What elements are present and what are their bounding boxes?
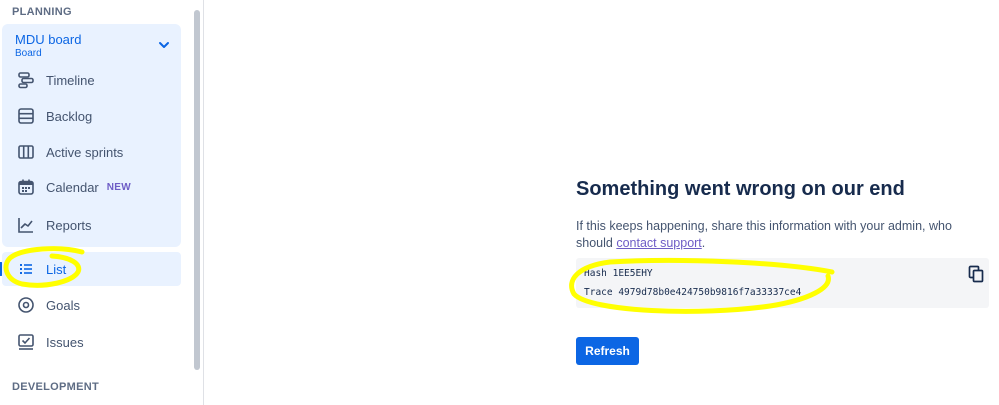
chevron-down-icon[interactable] bbox=[157, 38, 171, 52]
error-message: If this keeps happening, share this info… bbox=[576, 218, 976, 252]
sidebar-item-issues[interactable]: Issues bbox=[2, 325, 181, 359]
sidebar-item-active-sprints[interactable]: Active sprints bbox=[2, 135, 181, 169]
planning-section-label: PLANNING bbox=[12, 6, 72, 18]
copy-icon[interactable] bbox=[968, 265, 984, 283]
calendar-icon bbox=[16, 177, 36, 197]
error-message-end: . bbox=[701, 236, 706, 250]
sidebar-item-label: Calendar bbox=[46, 179, 99, 195]
list-icon bbox=[16, 259, 36, 279]
sidebar-item-calendar[interactable]: Calendar NEW bbox=[2, 170, 181, 204]
development-section-label: DEVELOPMENT bbox=[12, 381, 100, 393]
scrollbar-thumb[interactable] bbox=[194, 10, 200, 370]
reports-chart-icon bbox=[16, 215, 36, 235]
trace-line: Trace 4979d78b0e424750b9816f7a33337ce4 bbox=[584, 287, 802, 298]
contact-support-link[interactable]: contact support bbox=[616, 236, 701, 250]
board-columns-icon bbox=[16, 142, 36, 162]
backlog-icon bbox=[16, 106, 36, 126]
refresh-button[interactable]: Refresh bbox=[576, 337, 639, 365]
sidebar-item-label: Reports bbox=[46, 217, 92, 233]
error-title: Something went wrong on our end bbox=[576, 178, 905, 200]
sidebar-item-label: List bbox=[46, 261, 67, 277]
sidebar-item-reports[interactable]: Reports bbox=[2, 208, 181, 242]
timeline-icon bbox=[16, 70, 36, 90]
sidebar: PLANNING MDU board Board Timeline Backlo… bbox=[0, 0, 192, 405]
new-badge: NEW bbox=[106, 181, 131, 193]
board-subtitle: Board bbox=[15, 48, 42, 59]
goals-target-icon bbox=[16, 295, 36, 315]
sidebar-divider bbox=[203, 0, 204, 405]
sidebar-item-backlog[interactable]: Backlog bbox=[2, 99, 181, 133]
sidebar-item-label: Issues bbox=[46, 334, 84, 350]
sidebar-item-label: Backlog bbox=[46, 108, 93, 124]
sidebar-item-label: Timeline bbox=[46, 72, 95, 88]
sidebar-item-goals[interactable]: Goals bbox=[2, 288, 181, 322]
sidebar-item-label: Goals bbox=[46, 297, 80, 313]
sidebar-item-label: Active sprints bbox=[46, 144, 124, 160]
sidebar-item-timeline[interactable]: Timeline bbox=[2, 63, 181, 97]
hash-line: Hash 1EE5EHY bbox=[584, 268, 653, 279]
issues-icon bbox=[16, 332, 36, 352]
error-details-box: Hash 1EE5EHY Trace 4979d78b0e424750b9816… bbox=[576, 258, 989, 308]
sidebar-item-list[interactable]: List bbox=[2, 252, 181, 286]
board-title[interactable]: MDU board bbox=[15, 32, 81, 47]
